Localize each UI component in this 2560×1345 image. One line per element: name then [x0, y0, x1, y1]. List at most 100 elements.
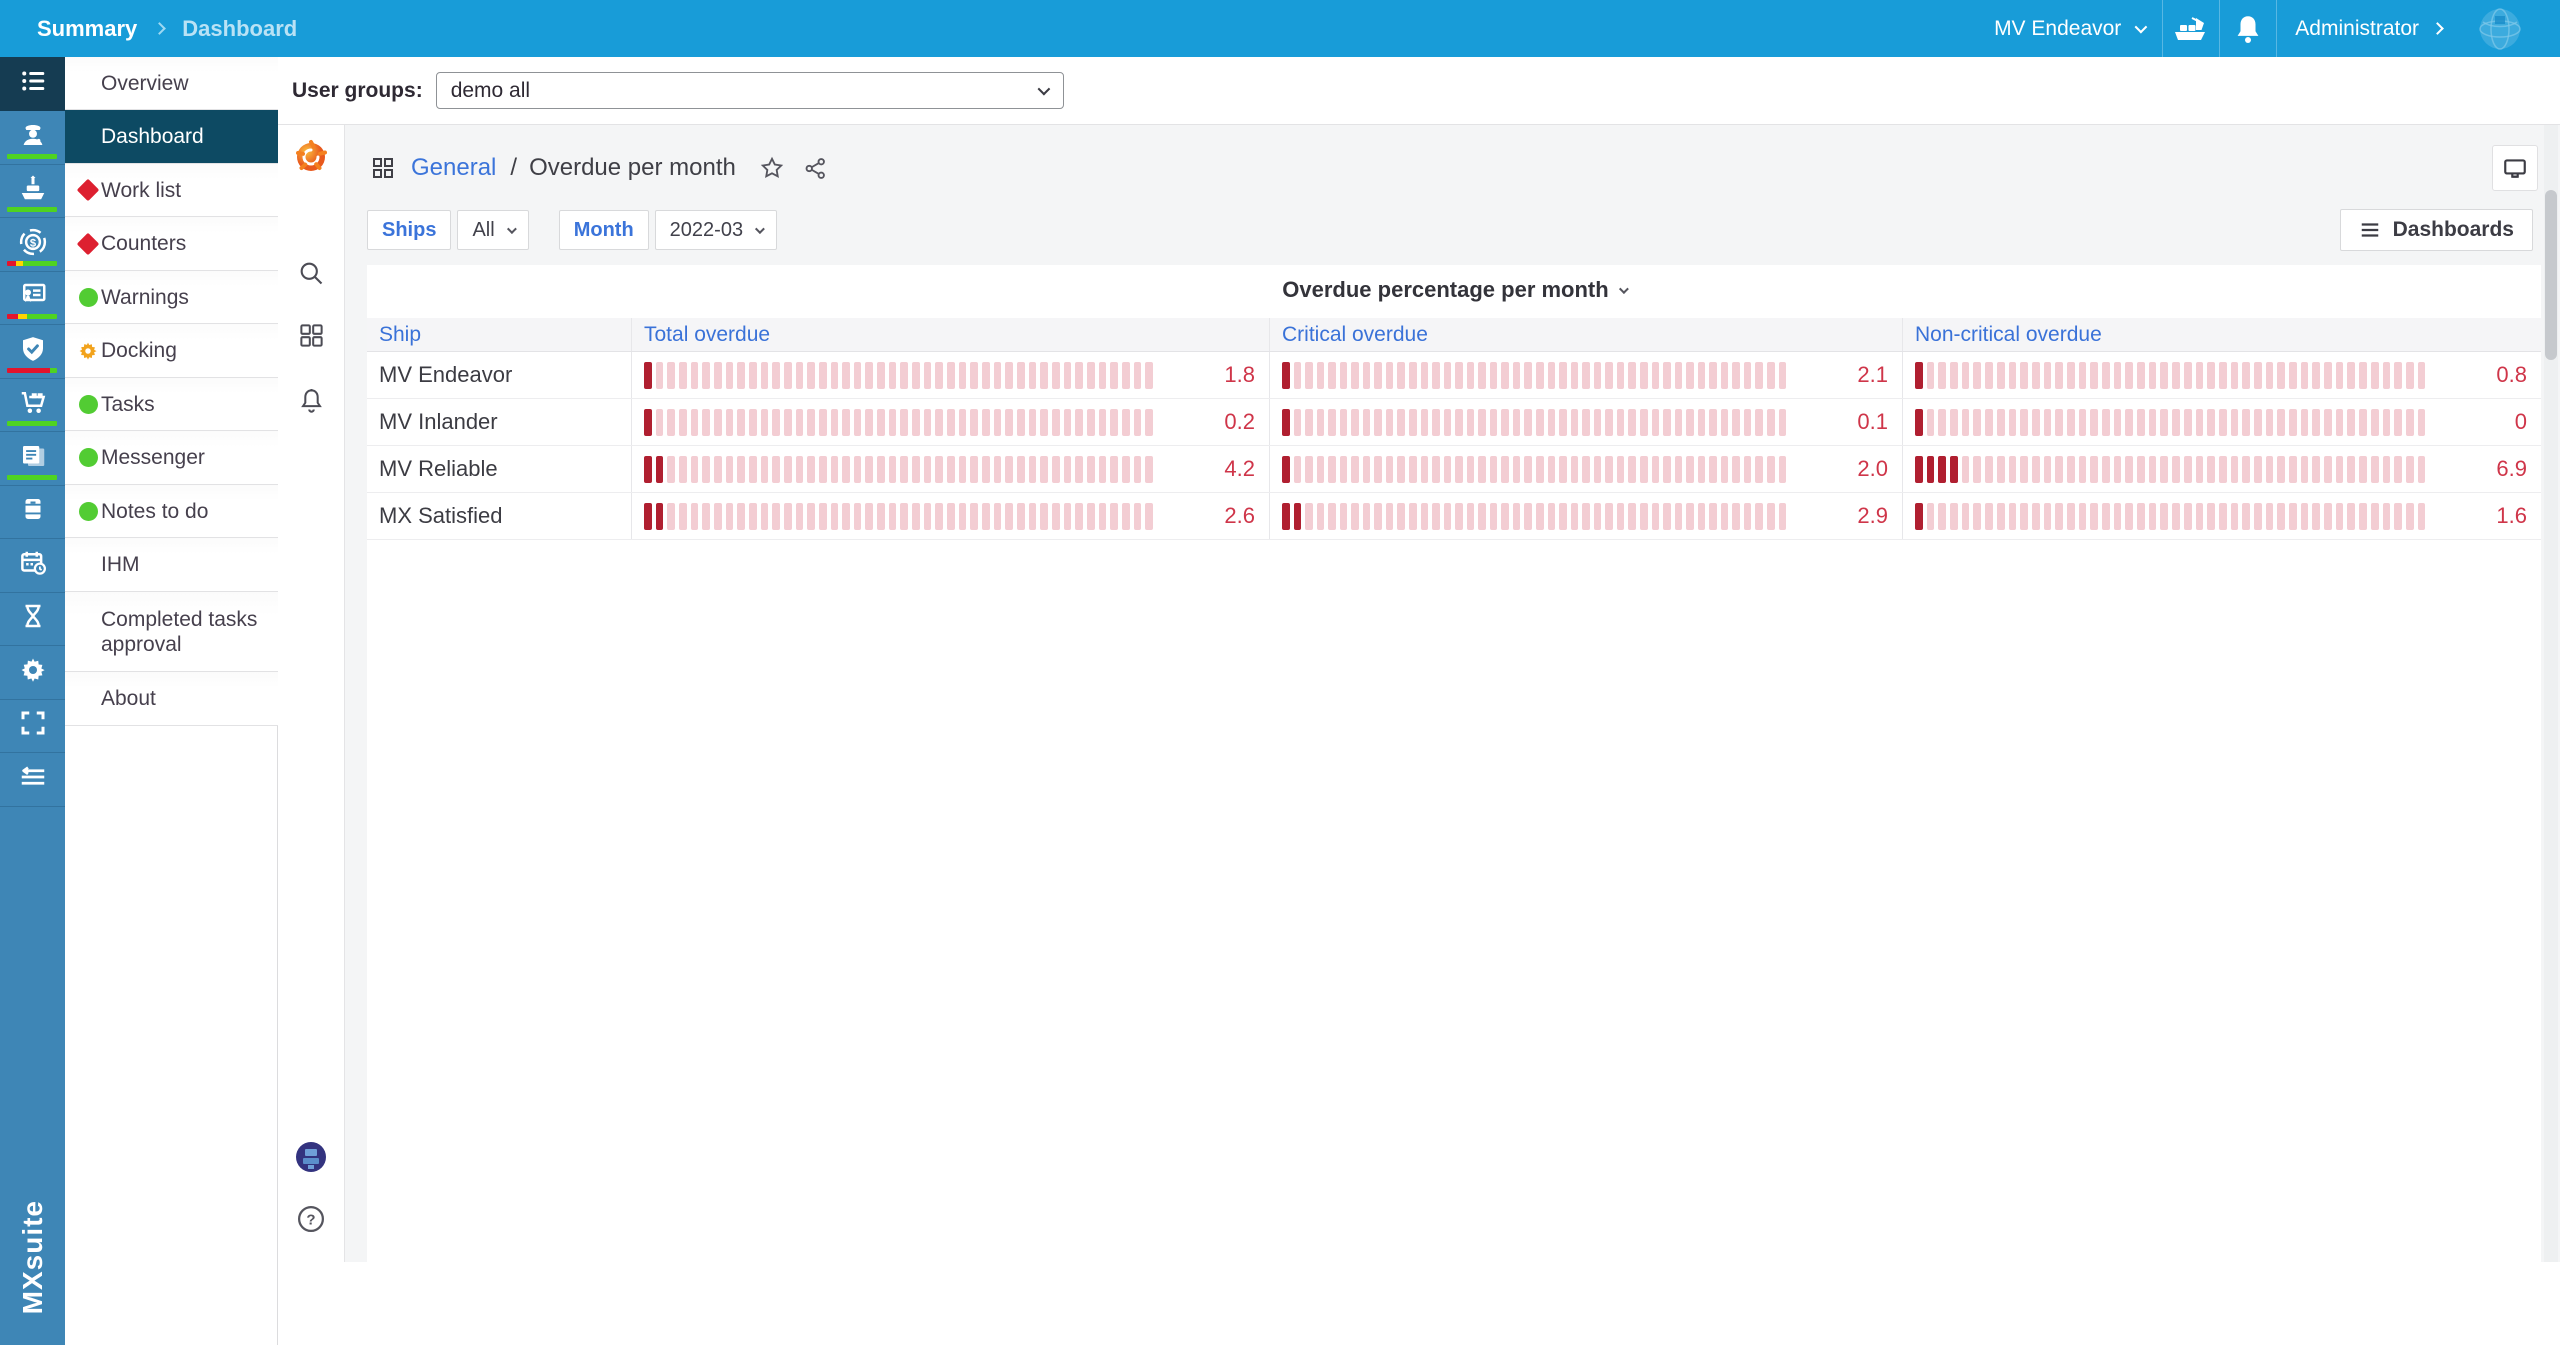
documents-icon	[18, 441, 48, 476]
sidebar-item-overview[interactable]: Overview	[65, 57, 278, 110]
rail-item-history[interactable]	[0, 592, 65, 646]
search-icon[interactable]	[291, 253, 331, 293]
overdue-value: 2.0	[1802, 456, 1888, 482]
dashboard-content: General / Overdue per month Ships All	[345, 125, 2560, 1262]
sidebar-item-messenger[interactable]: Messenger	[65, 431, 278, 485]
user-groups-value: demo all	[451, 79, 530, 103]
rail-item-vessel[interactable]	[0, 164, 65, 218]
lcd-bar-gauge	[1282, 362, 1786, 389]
column-header-non-critical-overdue[interactable]: Non-critical overdue	[1903, 318, 2541, 351]
chevron-right-icon	[153, 22, 166, 35]
sidebar-item-ihm[interactable]: IHM	[65, 538, 278, 592]
rail-item-safety[interactable]	[0, 325, 65, 379]
svg-text:?: ?	[306, 1212, 315, 1229]
summary-menu-panel: Overview Dashboard Work listCounters Warnin…	[65, 57, 278, 1345]
panel-title[interactable]: Overdue percentage per month	[367, 265, 2541, 315]
rail-item-crew[interactable]	[0, 111, 65, 165]
green-circle-icon	[79, 502, 98, 521]
sidebar-item-tasks[interactable]: Tasks	[65, 378, 278, 431]
sidebar-item-work-list[interactable]: Work list	[65, 164, 278, 217]
column-header-total-overdue[interactable]: Total overdue	[632, 318, 1270, 351]
star-favorite-icon[interactable]	[756, 152, 788, 184]
status-progress-strip	[7, 261, 57, 266]
dashboard-title: Overdue per month	[529, 154, 736, 182]
ships-filter-value[interactable]: All	[457, 210, 528, 250]
sidebar-item-warnings[interactable]: Warnings	[65, 271, 278, 324]
chevron-right-icon	[2431, 22, 2444, 35]
bar-gauge-cell: 0.8	[1903, 352, 2541, 398]
rail-item-purchase[interactable]	[0, 378, 65, 432]
sidebar-item-notes-to-do[interactable]: Notes to do	[65, 485, 278, 538]
user-menu[interactable]: Administrator	[2277, 0, 2460, 57]
lcd-bar-gauge	[1282, 409, 1786, 436]
table-row: MV Endeavor1.82.10.8	[367, 352, 2541, 399]
breadcrumb-root[interactable]: Summary	[37, 16, 137, 42]
chevron-down-icon	[755, 224, 765, 234]
safety-icon	[18, 334, 48, 369]
sidebar-item-completed-tasks-approval[interactable]: Completed tasks approval	[65, 592, 278, 672]
lcd-bar-gauge	[644, 362, 1153, 389]
month-filter-value[interactable]: 2022-03	[655, 210, 777, 250]
module-icon-rail: MXsuite $	[0, 57, 65, 1345]
settings-icon	[18, 655, 48, 690]
scrollbar[interactable]	[2544, 125, 2558, 1262]
rail-item-oil-barrel[interactable]	[0, 485, 65, 539]
lcd-bar-gauge	[1915, 362, 2425, 389]
sidebar-item-dashboard[interactable]: Dashboard	[65, 110, 278, 164]
sidebar-item-counters[interactable]: Counters	[65, 217, 278, 271]
menu-item-status-icon	[77, 340, 99, 362]
user-avatar[interactable]	[291, 1137, 331, 1177]
sidebar-item-label: Warnings	[101, 285, 189, 310]
notifications-bell-icon[interactable]	[2220, 0, 2276, 57]
column-header-critical-overdue[interactable]: Critical overdue	[1270, 318, 1903, 351]
table-row: MV Inlander0.20.10	[367, 399, 2541, 446]
user-menu-label: Administrator	[2295, 17, 2419, 41]
lcd-bar-gauge	[1282, 456, 1786, 483]
rail-item-worklist-return[interactable]	[0, 753, 65, 807]
menu-item-status-icon	[77, 179, 99, 201]
bar-gauge-cell: 2.0	[1270, 446, 1903, 492]
worklist-return-icon	[18, 762, 48, 797]
rail-item-documents[interactable]	[0, 432, 65, 486]
bar-gauge-cell: 1.8	[632, 352, 1270, 398]
tv-mode-button[interactable]	[2492, 145, 2538, 191]
scrollbar-thumb[interactable]	[2545, 190, 2557, 360]
help-icon[interactable]: ?	[291, 1199, 331, 1239]
bar-gauge-cell: 6.9	[1903, 446, 2541, 492]
ship-name-cell: MV Endeavor	[367, 352, 632, 398]
rail-item-planning[interactable]	[0, 539, 65, 593]
rail-item-fullscreen[interactable]	[0, 699, 65, 753]
dashboard-grid-icon[interactable]	[367, 152, 399, 184]
application-window: Summary Dashboard MV Endeavor Administra…	[0, 0, 2560, 1345]
rail-item-budget[interactable]: $	[0, 218, 65, 272]
dashboard-folder[interactable]: General	[411, 154, 496, 182]
dashboards-button[interactable]: Dashboards	[2340, 209, 2533, 251]
chevron-down-icon	[1037, 83, 1050, 96]
vessel-selector[interactable]: MV Endeavor	[1976, 0, 2162, 57]
planning-icon	[18, 548, 48, 583]
lcd-bar-gauge	[1915, 456, 2425, 483]
sidebar-item-docking[interactable]: Docking	[65, 324, 278, 378]
fleet-ship-icon[interactable]	[2163, 0, 2219, 57]
rail-item-menu-list[interactable]	[0, 57, 65, 111]
orange-gear-icon	[77, 340, 99, 362]
column-header-ship[interactable]: Ship	[367, 318, 632, 351]
alerting-bell-icon[interactable]	[291, 380, 331, 420]
sidebar-item-about[interactable]: About	[65, 672, 278, 726]
lcd-bar-gauge	[1915, 409, 2425, 436]
rail-item-certificates[interactable]	[0, 271, 65, 325]
svg-text:$: $	[29, 237, 36, 249]
green-circle-icon	[79, 395, 98, 414]
share-icon[interactable]	[800, 152, 832, 184]
rail-item-settings[interactable]	[0, 646, 65, 700]
sidebar-item-label: Completed tasks approval	[101, 607, 268, 657]
bar-gauge-cell: 2.6	[632, 493, 1270, 539]
bar-gauge-cell: 0.1	[1270, 399, 1903, 445]
user-groups-row: User groups: demo all	[278, 57, 2560, 125]
dashboards-grid-icon[interactable]	[291, 315, 331, 355]
user-groups-select[interactable]: demo all	[436, 72, 1064, 109]
sidebar-item-label: Notes to do	[101, 499, 208, 524]
sidebar-item-label: Dashboard	[101, 124, 204, 149]
grafana-logo[interactable]	[291, 137, 331, 177]
ships-filter-selected: All	[472, 219, 494, 242]
